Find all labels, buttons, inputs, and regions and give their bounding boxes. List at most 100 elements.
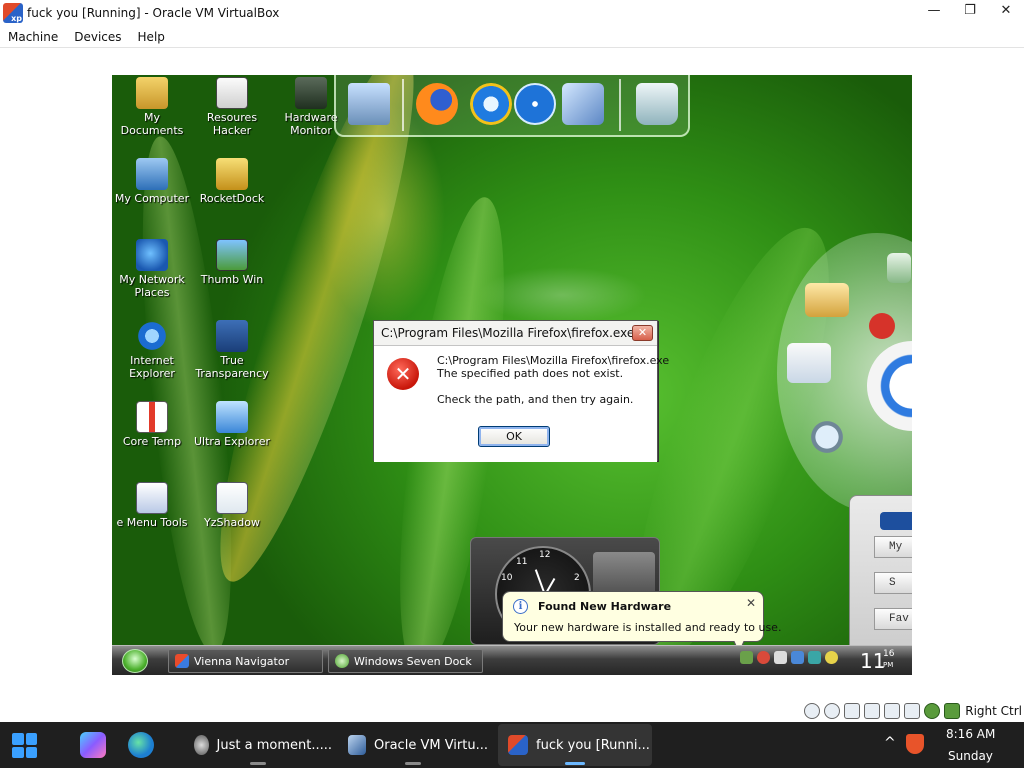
desktop-icon-label: YzShadow: [204, 516, 260, 529]
true-transparency-icon: [216, 320, 248, 352]
desktop-icon-resource-hacker[interactable]: Resoures Hacker: [192, 77, 272, 137]
security-alert-tray-icon[interactable]: [757, 651, 770, 664]
shared-folders-icon[interactable]: [884, 703, 901, 719]
window-title: fuck you [Running] - Oracle VM VirtualBo…: [27, 6, 280, 20]
desktop-icon-my-documents[interactable]: My Documents: [112, 77, 192, 137]
dock-separator: [402, 79, 404, 131]
desktop-icon-my-computer[interactable]: My Computer: [112, 158, 192, 205]
folder-documents-icon: [136, 77, 168, 109]
folder-icon[interactable]: [805, 283, 849, 317]
menu-help[interactable]: Help: [130, 30, 173, 44]
desktop-icon-label: My Network Places: [119, 273, 185, 299]
start-tile: [12, 733, 24, 745]
host-key-label: Right Ctrl: [965, 704, 1022, 718]
monitor-tray-icon[interactable]: [808, 651, 821, 664]
taskbar-app-fuck-you-vm[interactable]: fuck you [Runni...: [498, 724, 652, 766]
info-icon: i: [513, 599, 528, 614]
active-indicator: [565, 762, 585, 765]
desktop-icon-label: True Transparency: [195, 354, 269, 380]
side-panel-tab[interactable]: [880, 512, 912, 530]
host-clock-time[interactable]: 8:16 AM: [946, 727, 995, 741]
status-tray-icon[interactable]: [825, 651, 838, 664]
desktop-icon-label: Resoures Hacker: [206, 111, 258, 137]
side-panel-button-s[interactable]: S: [874, 572, 912, 594]
magnifier-icon[interactable]: [807, 417, 847, 457]
volume-tray-icon[interactable]: [774, 651, 787, 664]
desktop-icon-true-transparency[interactable]: True Transparency: [192, 320, 272, 380]
desktop-icon-menu-tools[interactable]: e Menu Tools: [112, 482, 192, 529]
clock-number: 10: [501, 573, 513, 583]
side-panel-button-my[interactable]: My: [874, 536, 912, 558]
desktop-icon-core-temp[interactable]: Core Temp: [112, 401, 192, 448]
yzshadow-icon: [216, 482, 248, 514]
record-icon[interactable]: [869, 313, 895, 339]
desktop-icon-rocketdock[interactable]: RocketDock: [192, 158, 272, 205]
error-hint-text: Check the path, and then try again.: [437, 393, 634, 406]
menu-devices[interactable]: Devices: [66, 30, 129, 44]
taskbar-button-vienna-navigator[interactable]: Vienna Navigator: [168, 649, 323, 673]
network-adapter-icon[interactable]: [844, 703, 861, 719]
recycle-bin-icon[interactable]: [636, 83, 678, 125]
host-taskbar: Just a moment..... Oracle VM Virtu... fu…: [0, 722, 1024, 768]
desktop-icon-yzshadow[interactable]: YzShadow: [192, 482, 272, 529]
host-key-arrow-icon: [944, 703, 961, 719]
security-shield-icon[interactable]: [906, 734, 924, 754]
usb-icon[interactable]: [864, 703, 881, 719]
taskbar-app-just-a-moment[interactable]: Just a moment.....: [184, 724, 332, 766]
desktop-icon-thumb-win[interactable]: Thumb Win: [192, 239, 272, 286]
desktop-icon-network-places[interactable]: My Network Places: [112, 239, 192, 299]
optical-drive-icon[interactable]: [824, 703, 841, 719]
start-tile: [25, 733, 37, 745]
taskbar-button-windows-seven-dock[interactable]: Windows Seven Dock: [328, 649, 483, 673]
edge-icon[interactable]: [128, 732, 154, 758]
start-orb-button[interactable]: [122, 649, 148, 673]
rocketdock-bar: [334, 75, 690, 137]
browser-tab-icon: [194, 735, 209, 755]
side-panel-button-fav[interactable]: Fav: [874, 608, 912, 630]
minimize-button[interactable]: —: [916, 0, 952, 20]
taskbar-app-label: Oracle VM Virtu...: [374, 737, 488, 753]
maximize-button[interactable]: ❐: [952, 0, 988, 20]
windows-orb-icon[interactable]: [867, 341, 912, 431]
monitor-icon[interactable]: [348, 83, 390, 125]
app-icon-text: xp: [11, 14, 22, 23]
my-computer-icon: [136, 158, 168, 190]
hard-disk-icon[interactable]: [804, 703, 821, 719]
internet-explorer-icon[interactable]: [470, 83, 512, 125]
firefox-icon[interactable]: [416, 83, 458, 125]
menu-machine[interactable]: Machine: [0, 30, 66, 44]
ok-button[interactable]: OK: [478, 426, 550, 447]
balloon-close-button[interactable]: ✕: [746, 596, 756, 610]
virtualbox-xp-icon: xp: [3, 3, 23, 23]
taskbar-button-label: Vienna Navigator: [194, 654, 290, 668]
document-icon[interactable]: [887, 253, 911, 283]
dialog-close-button[interactable]: ✕: [632, 325, 653, 341]
display-tray-icon[interactable]: [791, 651, 804, 664]
clock-number: 11: [516, 557, 528, 567]
guest-clock-hour[interactable]: 11: [860, 649, 885, 673]
guest-desktop[interactable]: My Documents Resoures Hacker Hardware Mo…: [112, 75, 912, 675]
start-tile: [12, 746, 24, 758]
windows-start-icon[interactable]: [12, 733, 37, 758]
close-button[interactable]: ✕: [988, 0, 1024, 20]
guest-taskbar: Vienna Navigator Windows Seven Dock 11 1…: [112, 645, 912, 675]
network-tray-icon[interactable]: [740, 651, 753, 664]
host-clock-day[interactable]: Sunday: [948, 749, 993, 763]
error-path-text: C:\Program Files\Mozilla Firefox\firefox…: [437, 354, 670, 367]
tray-overflow-chevron-icon[interactable]: ^: [884, 735, 896, 751]
network-icon[interactable]: [562, 83, 604, 125]
copilot-icon[interactable]: [80, 732, 106, 758]
recording-icon[interactable]: [924, 703, 941, 719]
notification-balloon[interactable]: i Found New Hardware ✕ Your new hardware…: [502, 591, 781, 653]
media-player-icon[interactable]: [514, 83, 556, 125]
calendar-icon[interactable]: [787, 343, 831, 383]
guest-clock-ampm: PM: [883, 661, 894, 669]
desktop-icon-internet-explorer[interactable]: Internet Explorer: [112, 320, 192, 380]
display-icon[interactable]: [904, 703, 921, 719]
clock-number: 2: [574, 573, 580, 583]
running-indicator: [250, 762, 266, 765]
desktop-icon-label: Thumb Win: [200, 273, 264, 286]
taskbar-app-oracle-vm[interactable]: Oracle VM Virtu...: [338, 724, 488, 766]
desktop-icon-ultra-explorer[interactable]: Ultra Explorer: [192, 401, 272, 448]
desktop-icon-label: RocketDock: [199, 192, 265, 205]
